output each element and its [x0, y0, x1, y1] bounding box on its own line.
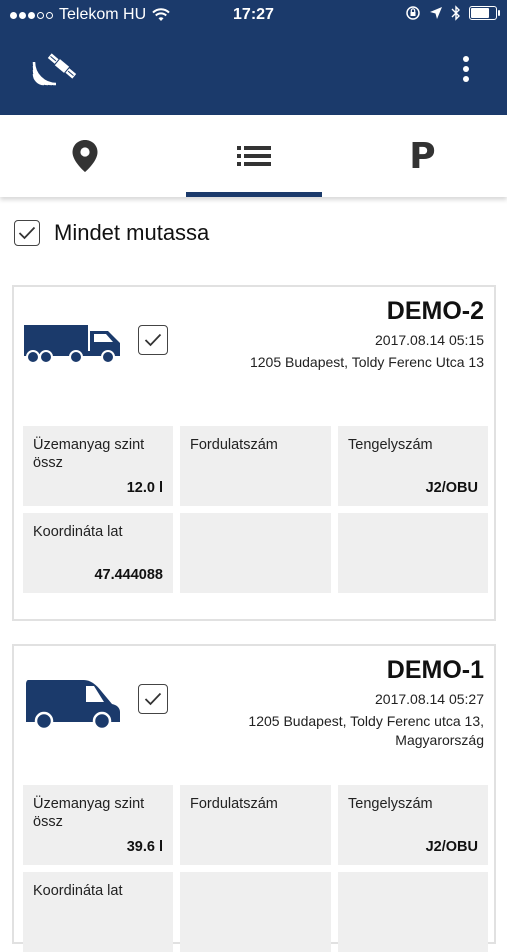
vehicle-name: DEMO-1	[386, 656, 484, 684]
vehicle-address: 1205 Budapest, Toldy Ferenc Utca 13	[249, 354, 484, 370]
vehicle-datetime: 2017.08.14 05:15	[375, 332, 484, 348]
checkmark-icon	[18, 226, 36, 240]
cell-label: Üzemanyag szint össz	[33, 437, 145, 471]
show-all-label: Mindet mutassa	[54, 220, 210, 245]
tab-list[interactable]	[169, 115, 338, 197]
checkmark-icon	[144, 333, 162, 347]
cell-label: Koordináta lat	[33, 524, 123, 540]
data-cell-lat: Koordináta lat 47.444088	[23, 513, 173, 593]
battery-icon	[469, 6, 500, 20]
data-cell-empty	[338, 872, 488, 952]
vehicle-checkbox[interactable]	[138, 684, 168, 714]
data-cell-empty	[180, 513, 331, 593]
vehicle-checkbox[interactable]	[138, 325, 168, 355]
van-icon	[26, 680, 120, 730]
tab-bar: P	[0, 115, 507, 197]
data-cell-axles: Tengelyszám J2/OBU	[338, 426, 488, 506]
app-header: Telekom HU 17:27	[0, 0, 507, 115]
status-bar: Telekom HU 17:27	[0, 0, 507, 30]
data-cell-rpm: Fordulatszám	[180, 426, 331, 506]
cell-value: J2/OBU	[425, 839, 478, 855]
data-cell-empty	[338, 513, 488, 593]
truck-icon	[24, 325, 120, 364]
list-icon	[236, 146, 271, 166]
cell-label: Koordináta lat	[33, 883, 123, 899]
tab-parking[interactable]: P	[338, 115, 507, 197]
checkmark-icon	[144, 692, 162, 706]
vehicle-datetime: 2017.08.14 05:27	[375, 691, 484, 707]
parking-label: P	[409, 135, 436, 177]
bluetooth-icon	[451, 5, 460, 21]
data-cell-fuel: Üzemanyag szint össz 39.6 l	[23, 785, 173, 865]
location-pin-icon	[72, 140, 97, 172]
vehicle-card[interactable]: DEMO-1 2017.08.14 05:27 1205 Budapest, T…	[12, 644, 496, 952]
data-cell-empty	[180, 872, 331, 952]
cell-label: Fordulatszám	[190, 796, 278, 812]
cell-value: 12.0 l	[126, 480, 163, 496]
cell-label: Tengelyszám	[348, 796, 433, 812]
cell-label: Tengelyszám	[348, 437, 433, 453]
vehicle-name: DEMO-2	[386, 297, 484, 325]
status-right	[405, 5, 500, 21]
orientation-lock-icon	[406, 6, 420, 20]
cell-value: 39.6 l	[126, 839, 163, 855]
active-tab-indicator	[186, 192, 322, 197]
data-cell-lat: Koordináta lat	[23, 872, 173, 952]
vehicle-address: 1205 Budapest, Toldy Ferenc utca 13, Mag…	[248, 713, 484, 748]
satellite-signal-icon	[26, 48, 82, 92]
show-all-toggle[interactable]: Mindet mutassa	[14, 220, 209, 246]
vehicle-data-grid: Üzemanyag szint össz 39.6 l Fordulatszám…	[23, 785, 488, 952]
cell-value: 47.444088	[94, 567, 163, 583]
more-vertical-icon[interactable]	[461, 56, 471, 88]
tab-map[interactable]	[0, 115, 169, 197]
cell-label: Üzemanyag szint össz	[33, 796, 145, 830]
vehicle-card[interactable]: DEMO-2 2017.08.14 05:15 1205 Budapest, T…	[12, 285, 496, 621]
location-arrow-icon	[430, 7, 442, 19]
vehicle-data-grid: Üzemanyag szint össz 12.0 l Fordulatszám…	[23, 426, 488, 593]
cell-value: J2/OBU	[425, 480, 478, 496]
data-cell-fuel: Üzemanyag szint össz 12.0 l	[23, 426, 173, 506]
show-all-checkbox[interactable]	[14, 220, 40, 246]
cell-label: Fordulatszám	[190, 437, 278, 453]
data-cell-axles: Tengelyszám J2/OBU	[338, 785, 488, 865]
data-cell-rpm: Fordulatszám	[180, 785, 331, 865]
